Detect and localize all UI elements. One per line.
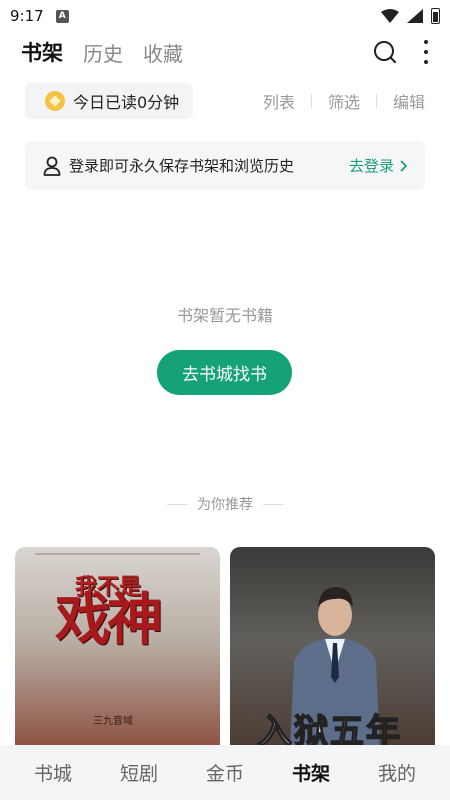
divider: [263, 503, 283, 505]
reading-time-pill[interactable]: 今日已读0分钟: [25, 83, 194, 119]
bottom-nav: 书城 短剧 金币 书架 我的: [0, 745, 450, 800]
tab-bookshelf[interactable]: 书架: [21, 37, 63, 67]
user-icon: [43, 156, 61, 176]
list-view-button[interactable]: 列表: [263, 89, 295, 113]
status-bar: 9:17 A: [0, 0, 450, 32]
login-prompt-text: 登录即可永久保存书架和浏览历史: [69, 157, 295, 175]
divider: [167, 503, 187, 505]
more-options-icon[interactable]: [423, 40, 429, 64]
filter-button[interactable]: 筛选: [328, 89, 360, 113]
view-actions: 列表 筛选 编辑: [263, 89, 425, 113]
nav-bookshelf[interactable]: 书架: [292, 759, 330, 786]
empty-shelf-message: 书架暂无书籍: [176, 306, 273, 325]
cover-title-large: 戏神: [55, 586, 163, 653]
login-prompt[interactable]: 登录即可永久保存书架和浏览历史 去登录: [25, 141, 425, 190]
book-cover[interactable]: 我不是 戏神 三九音域: [15, 547, 220, 757]
tab-history[interactable]: 历史: [83, 38, 123, 67]
recommend-heading: 为你推荐: [0, 494, 450, 514]
cover-author: 三九音域: [93, 716, 133, 727]
chevron-right-icon: [400, 159, 407, 172]
go-to-store-button[interactable]: 去书城找书: [157, 350, 292, 395]
book-cover[interactable]: 入狱五年: [230, 547, 435, 757]
signal-icon: [407, 9, 423, 23]
cover-title-art: 我不是 戏神: [55, 576, 163, 648]
search-icon[interactable]: [373, 40, 397, 64]
nav-me[interactable]: 我的: [378, 759, 416, 786]
login-link-label: 去登录: [348, 157, 394, 175]
divider: [310, 94, 312, 108]
notification-icon: A: [55, 9, 69, 23]
coin-icon: [45, 91, 65, 111]
recommend-title: 为你推荐: [197, 497, 253, 513]
cover-decoration: [35, 553, 200, 555]
battery-icon: [431, 8, 440, 24]
reading-time-text: 今日已读0分钟: [73, 93, 180, 112]
shelf-header: 书架 历史 收藏: [0, 32, 450, 72]
divider: [375, 94, 377, 108]
header-actions: [373, 40, 429, 64]
edit-button[interactable]: 编辑: [393, 89, 425, 113]
nav-bookstore[interactable]: 书城: [34, 759, 72, 786]
status-time: 9:17: [10, 7, 44, 25]
status-icons: [381, 8, 440, 24]
tab-favorites[interactable]: 收藏: [143, 38, 183, 67]
nav-coins[interactable]: 金币: [206, 759, 244, 786]
nav-short-drama[interactable]: 短剧: [120, 759, 158, 786]
wifi-icon: [381, 9, 399, 23]
shelf-toolbar: 今日已读0分钟 列表 筛选 编辑: [25, 83, 425, 119]
login-link[interactable]: 去登录: [349, 155, 407, 176]
